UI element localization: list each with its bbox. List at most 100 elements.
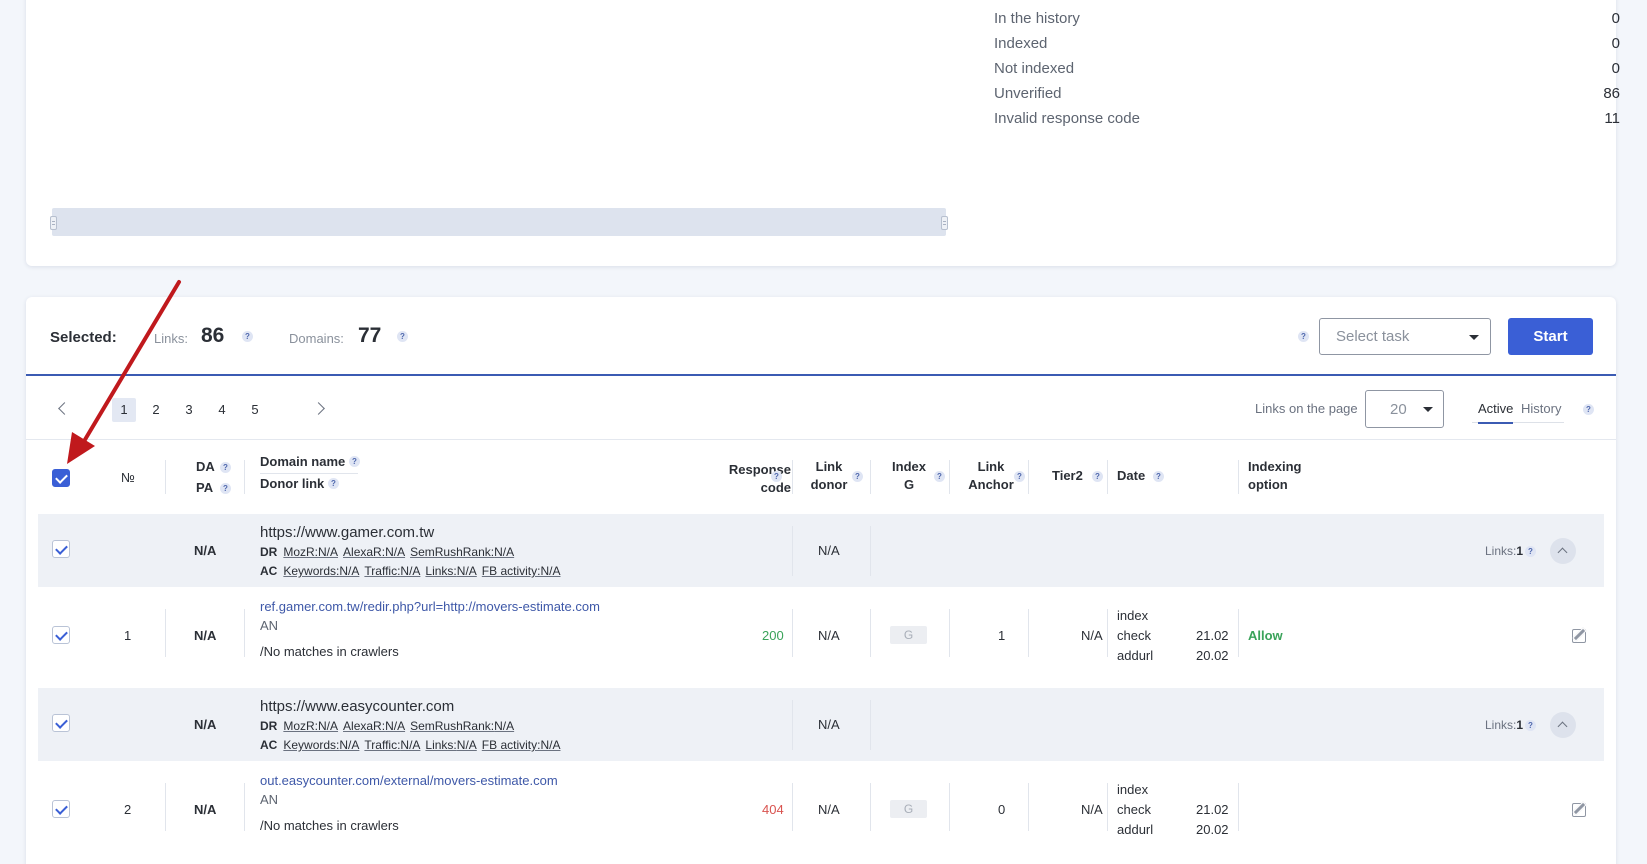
col-domain-name: Domain name	[260, 454, 346, 469]
help-icon[interactable]: ?	[220, 483, 231, 494]
links-per-page-select[interactable]: 20	[1365, 390, 1444, 428]
col-indexing-option: Indexing option	[1248, 458, 1301, 494]
help-icon[interactable]: ?	[1014, 471, 1025, 482]
domain-link-donor: N/A	[818, 717, 840, 732]
page-3[interactable]: 3	[177, 398, 201, 422]
divider	[1028, 460, 1029, 494]
links-per-page-value: 20	[1390, 401, 1407, 418]
prev-page-icon[interactable]	[58, 402, 71, 415]
divider	[870, 609, 871, 657]
range-handle-left[interactable]	[50, 216, 57, 230]
metric-key: Links:	[425, 738, 457, 752]
group-links-count: Links:1	[1485, 544, 1523, 558]
tab-history[interactable]: History	[1521, 401, 1561, 422]
col-tier2: Tier2	[1052, 468, 1083, 483]
row-link-donor: N/A	[818, 628, 840, 643]
help-icon[interactable]: ?	[349, 456, 360, 467]
stat-label: Invalid response code	[994, 110, 1140, 127]
links-card: Selected: Links: 86 ? Domains: 77 ? ? Se…	[26, 297, 1616, 864]
indexing-option: Allow	[1248, 628, 1283, 643]
row-checkbox[interactable]	[52, 540, 70, 558]
links-count: 86	[201, 324, 225, 347]
page-5[interactable]: 5	[243, 398, 267, 422]
metric-key: AlexaR:	[343, 545, 386, 559]
row-checkbox[interactable]	[52, 626, 70, 644]
row-checkbox[interactable]	[52, 714, 70, 732]
help-icon[interactable]: ?	[1153, 471, 1164, 482]
page-2[interactable]: 2	[144, 398, 168, 422]
metric: Links:N/A	[425, 738, 476, 752]
response-code: 404	[762, 802, 784, 817]
select-task-dropdown[interactable]: Select task	[1319, 318, 1491, 355]
anchor-text: AN	[260, 618, 279, 633]
divider	[792, 700, 793, 750]
stat-row: In the history 0	[994, 6, 1620, 31]
metric: AlexaR:N/A	[343, 719, 405, 733]
page-1[interactable]: 1	[112, 398, 136, 422]
stat-value: 0	[1611, 60, 1620, 77]
table-row: 1 N/A ref.gamer.com.tw/redir.php?url=htt…	[38, 587, 1604, 684]
domain-metrics-ac: AC Keywords:N/A Traffic:N/A Links:N/A FB act…	[260, 564, 566, 578]
metric-key: Traffic:	[364, 564, 401, 578]
help-icon[interactable]: ?	[1525, 546, 1536, 557]
edit-icon[interactable]	[1572, 629, 1586, 643]
date-index-label: index	[1117, 608, 1149, 623]
help-icon[interactable]: ?	[220, 462, 231, 473]
row-da: N/A	[194, 802, 217, 817]
domain-group-row: N/A https://www.easycounter.com DR MozR:N…	[38, 688, 1604, 761]
metric-value: N/A	[456, 564, 477, 578]
help-icon[interactable]: ?	[771, 471, 782, 482]
select-all-checkbox[interactable]	[52, 469, 70, 487]
page-4[interactable]: 4	[210, 398, 234, 422]
help-icon[interactable]: ?	[934, 471, 945, 482]
index-g-line2: G	[903, 477, 915, 492]
help-icon[interactable]: ?	[1583, 404, 1594, 415]
tab-active[interactable]: Active	[1478, 401, 1514, 424]
next-page-icon[interactable]	[312, 402, 325, 415]
help-icon[interactable]: ?	[397, 331, 408, 342]
metric-value: N/A	[385, 719, 406, 733]
donor-link[interactable]: ref.gamer.com.tw/redir.php?url=http://mo…	[260, 599, 600, 614]
ac-label: AC	[260, 564, 278, 578]
help-icon[interactable]: ?	[1092, 471, 1103, 482]
metric-value: N/A	[339, 738, 360, 752]
row-checkbox[interactable]	[52, 800, 70, 818]
edit-icon[interactable]	[1572, 803, 1586, 817]
divider	[792, 526, 793, 576]
divider	[1238, 783, 1239, 831]
help-icon[interactable]: ?	[1525, 720, 1536, 731]
range-slider[interactable]	[50, 208, 948, 236]
divider	[949, 460, 950, 494]
row-tier2: N/A	[1081, 628, 1103, 643]
metric-value: N/A	[456, 738, 477, 752]
select-task-placeholder: Select task	[1336, 328, 1410, 345]
selection-toolbar: Selected: Links: 86 ? Domains: 77 ? ? Se…	[26, 297, 1616, 376]
divider	[165, 609, 166, 657]
divider	[1238, 460, 1239, 494]
start-button[interactable]: Start	[1508, 318, 1593, 355]
metric-value: N/A	[494, 719, 515, 733]
divider	[949, 783, 950, 831]
divider	[1107, 609, 1108, 657]
domain-group-row: N/A https://www.gamer.com.tw DR MozR:N/A A…	[38, 514, 1604, 587]
links-count: 1	[1516, 544, 1524, 558]
links-on-page-label: Links on the page	[1255, 401, 1358, 416]
divider	[870, 526, 871, 576]
range-handle-right[interactable]	[941, 216, 948, 230]
divider	[792, 460, 793, 494]
metric: MozR:N/A	[283, 545, 338, 559]
help-icon[interactable]: ?	[852, 471, 863, 482]
collapse-chevron-icon[interactable]	[1550, 538, 1576, 564]
metric-key: FB activity:	[481, 738, 541, 752]
selected-label: Selected:	[50, 329, 117, 346]
metric-key: Keywords:	[283, 564, 340, 578]
collapse-chevron-icon[interactable]	[1550, 712, 1576, 738]
metric-value: N/A	[318, 545, 339, 559]
indexing-line2: option	[1248, 477, 1288, 492]
help-icon[interactable]: ?	[242, 331, 253, 342]
link-donor-line1: Link	[815, 459, 843, 474]
help-icon[interactable]: ?	[328, 478, 339, 489]
help-icon[interactable]: ?	[1298, 331, 1309, 342]
indexing-line1: Indexing	[1248, 459, 1302, 474]
donor-link[interactable]: out.easycounter.com/external/movers-esti…	[260, 773, 558, 788]
